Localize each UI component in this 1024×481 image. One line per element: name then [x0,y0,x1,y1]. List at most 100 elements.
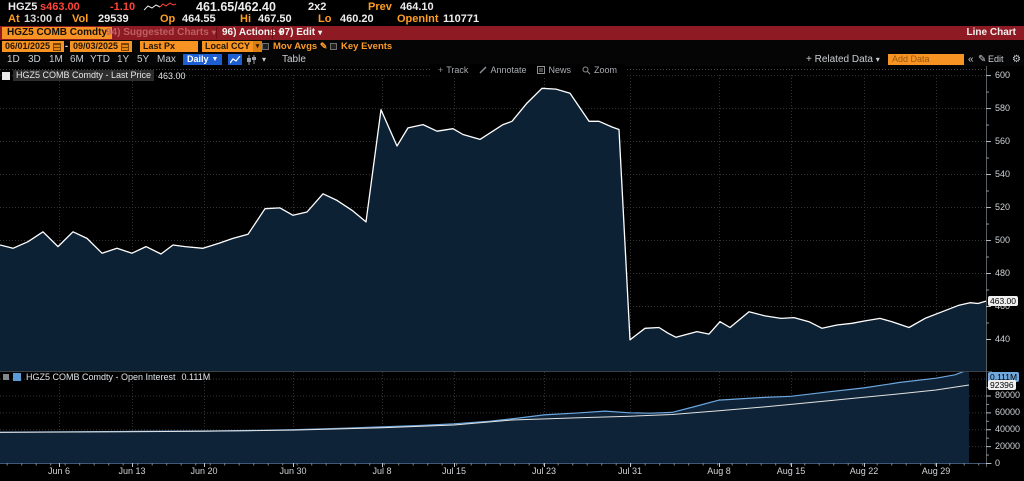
secondary-value-badge: 92396 [988,380,1016,390]
menu-separator [272,27,273,39]
screen-title: Line Chart [967,27,1016,39]
menu-bar: HGZ5 COMB Comdty 94) Suggested Charts▾ 9… [0,26,1024,40]
track-tool[interactable]: +Track [438,65,468,75]
suggested-charts-menu[interactable]: 94) Suggested Charts▾ [106,27,216,39]
price-legend[interactable]: HGZ5 COMB Comdty - Last Price 463.00 [2,70,186,81]
price-axis-label: 520 [995,202,1010,212]
currency-select[interactable]: Local CCY▾ [202,41,262,52]
collapse-handle-icon[interactable] [3,374,9,380]
quote-time: 13:00 d [24,13,62,25]
prev-value: 464.10 [400,1,434,13]
candlestick-icon [246,55,256,65]
date-axis-label: Aug 15 [777,466,806,476]
chart-type-dropdown[interactable]: ▾ [262,54,266,65]
key-events-label[interactable]: Key Events [341,41,392,52]
chart-area[interactable]: +Track Annotate News Zoom HGZ5 COMB Comd… [0,66,1024,481]
sparkline-icon [143,2,177,12]
pencil-icon: ✎ [978,54,986,65]
news-icon [537,66,545,74]
zoom-tool[interactable]: Zoom [582,65,617,75]
period-5y[interactable]: 5Y [137,54,149,65]
series-value: 0.111M [182,372,211,382]
series-label: HGZ5 COMB Comdty - Last Price [13,70,154,81]
bloomberg-gp-screen: HGZ5 s463.00 -1.10 461.65/462.40 2x2 Pre… [0,0,1024,481]
price-axis-label: 440 [995,334,1010,344]
period-1m[interactable]: 1M [49,54,63,65]
price-axis-label: 600 [995,70,1010,80]
frequency-select[interactable]: Daily▼ [183,54,222,65]
table-button[interactable]: Table [282,54,306,65]
security-field[interactable]: HGZ5 COMB Comdty [2,27,112,39]
date-axis-label: Jun 30 [279,466,306,476]
oi-axis-label: 80000 [995,390,1020,400]
date-axis-label: Aug 29 [922,466,951,476]
series-swatch [13,373,21,381]
series-label: HGZ5 COMB Comdty - Open Interest [26,372,176,382]
hi-value: 467.50 [258,13,292,25]
price-change: -1.10 [110,1,135,13]
study-field[interactable]: Last Px [140,41,198,52]
bid-ask-size: 2x2 [308,1,326,13]
vol-value: 29539 [98,13,129,25]
oi-axis-label: 20000 [995,441,1020,451]
period-1y[interactable]: 1Y [117,54,129,65]
magnifier-icon [582,66,591,75]
gear-icon[interactable]: ⚙ [1012,54,1021,65]
last-price-badge: 463.00 [988,296,1018,306]
op-label: Op [160,13,175,25]
bid-ask: 461.65/462.40 [196,0,276,14]
oi-axis-label: 60000 [995,407,1020,417]
chevron-down-icon[interactable]: ▾ [253,41,262,52]
date-axis-label: Jun 6 [48,466,70,476]
edit-menu[interactable]: 97) Edit▾ [279,27,322,39]
open-interest-legend[interactable]: HGZ5 COMB Comdty - Open Interest 0.111M [3,372,210,382]
date-axis-label: Jul 23 [532,466,556,476]
key-events-checkbox[interactable] [330,43,337,50]
lo-value: 460.20 [340,13,374,25]
collapse-button[interactable]: « [968,54,974,65]
date-from-field[interactable]: 06/01/2025 [2,41,64,52]
annotate-tool[interactable]: Annotate [479,65,526,75]
period-ytd[interactable]: YTD [90,54,110,65]
date-axis-label: Jul 31 [618,466,642,476]
line-chart-icon [230,56,241,64]
actions-menu[interactable]: 96) Actions▾ [222,27,283,39]
oi-axis-label: 0 [995,458,1000,468]
mov-avgs-label[interactable]: Mov Avgs ✎ [273,41,327,52]
related-data-button[interactable]: + Related Data ▾ [806,54,880,65]
period-6m[interactable]: 6M [70,54,84,65]
hi-label: Hi [240,13,251,25]
calendar-icon[interactable] [53,43,61,51]
series-checkbox[interactable] [2,72,10,80]
openint-label: OpenInt [397,13,439,25]
chart-tools: +Track Annotate News Zoom [430,64,625,76]
lo-label: Lo [318,13,331,25]
date-axis-label: Jul 15 [442,466,466,476]
candle-chart-type-button[interactable] [244,54,258,65]
openint-value: 110771 [443,13,479,25]
date-range-dash: - [65,41,68,51]
vol-label: Vol [72,13,88,25]
mov-avgs-checkbox[interactable] [262,43,269,50]
annotate-pencil-icon [479,66,487,74]
menu-separator [216,27,217,39]
op-value: 464.55 [182,13,216,25]
price-axis-label: 500 [995,235,1010,245]
date-axis-label: Aug 8 [707,466,731,476]
price-axis-label: 480 [995,268,1010,278]
date-axis-label: Aug 22 [850,466,879,476]
period-1d[interactable]: 1D [7,54,20,65]
date-axis-label: Jun 20 [190,466,217,476]
oi-axis-label: 40000 [995,424,1020,434]
date-to-field[interactable]: 09/03/2025 [70,41,132,52]
price-axis-label: 540 [995,169,1010,179]
period-max[interactable]: Max [157,54,176,65]
series-value: 463.00 [158,71,186,81]
news-tool[interactable]: News [537,65,571,75]
calendar-icon[interactable] [121,43,129,51]
pencil-icon[interactable]: ✎ [320,41,328,51]
period-3d[interactable]: 3D [28,54,41,65]
add-data-input[interactable]: Add Data [888,54,964,65]
line-chart-type-button[interactable] [228,54,242,65]
chart-canvas [0,66,1024,469]
